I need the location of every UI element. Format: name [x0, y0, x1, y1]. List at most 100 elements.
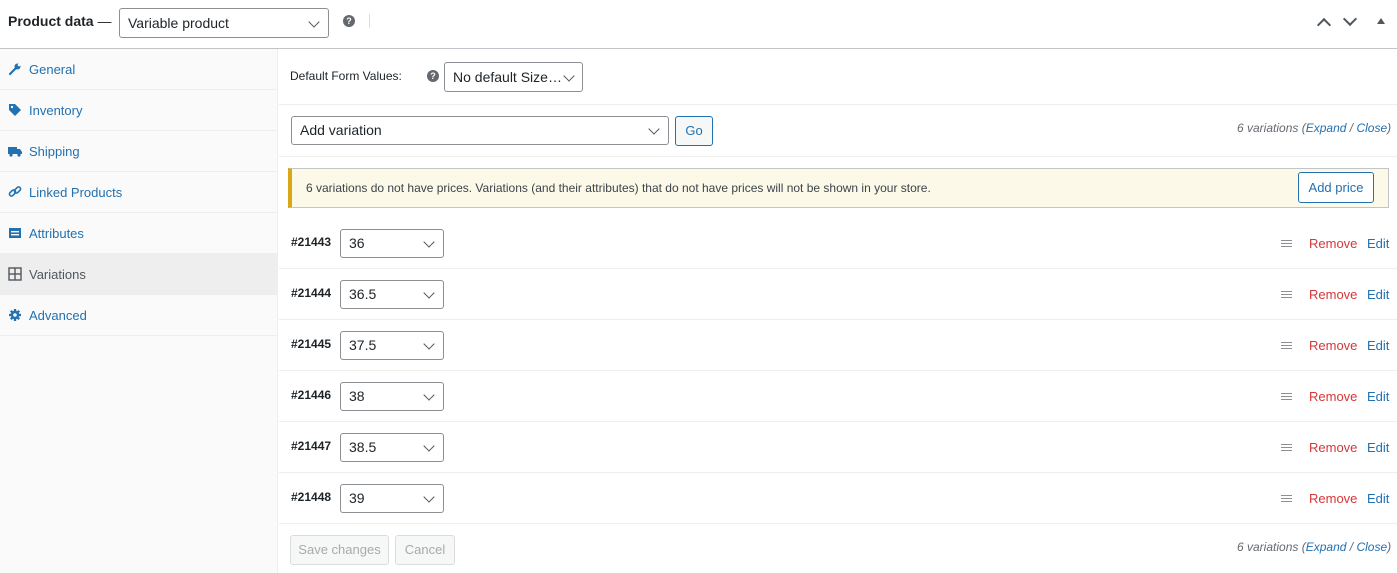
tab-attributes[interactable]: Attributes — [0, 213, 277, 254]
notice-text: 6 variations do not have prices. Variati… — [306, 181, 931, 195]
tab-label: Linked Products — [29, 185, 123, 200]
remove-link[interactable]: Remove — [1309, 287, 1357, 302]
edit-link[interactable]: Edit — [1367, 338, 1389, 353]
drag-handle-icon[interactable] — [1281, 393, 1292, 402]
variation-id: #21443 — [291, 235, 332, 249]
chevron-down-icon — [423, 389, 435, 401]
variation-id: #21444 — [291, 286, 332, 300]
move-up-icon[interactable] — [1316, 17, 1332, 33]
remove-link[interactable]: Remove — [1309, 338, 1357, 353]
variation-size-select[interactable]: 36.5 — [340, 280, 444, 309]
drag-handle-icon[interactable] — [1281, 444, 1292, 453]
save-changes-button[interactable]: Save changes — [290, 535, 389, 565]
chevron-down-icon — [423, 338, 435, 350]
variation-size-select[interactable]: 37.5 — [340, 331, 444, 360]
drag-handle-icon[interactable] — [1281, 342, 1292, 351]
missing-prices-notice: 6 variations do not have prices. Variati… — [288, 168, 1389, 208]
edit-link[interactable]: Edit — [1367, 236, 1389, 251]
remove-link[interactable]: Remove — [1309, 236, 1357, 251]
close-link[interactable]: Close — [1356, 121, 1387, 135]
variation-size-select[interactable]: 39 — [340, 484, 444, 513]
variation-id: #21446 — [291, 388, 332, 402]
add-price-button[interactable]: Add price — [1298, 172, 1374, 203]
variations-count-footer: 6 variations (Expand / Close) — [1237, 540, 1391, 554]
paren: ) — [1387, 540, 1392, 554]
tab-label: Variations — [29, 267, 86, 282]
default-size-select[interactable]: No default Size… — [444, 62, 583, 92]
divider — [279, 523, 1397, 524]
remove-link[interactable]: Remove — [1309, 389, 1357, 404]
edit-link[interactable]: Edit — [1367, 491, 1389, 506]
close-link[interactable]: Close — [1356, 540, 1387, 554]
tag-icon — [9, 104, 21, 116]
tab-linked-products[interactable]: Linked Products — [0, 172, 277, 213]
variations-count-text: 6 variations — [1237, 540, 1299, 554]
chevron-down-icon — [648, 123, 660, 135]
help-icon[interactable]: ? — [427, 70, 439, 82]
tab-label: Attributes — [29, 226, 84, 241]
drag-handle-icon[interactable] — [1281, 495, 1292, 504]
variation-id: #21447 — [291, 439, 332, 453]
variation-size-value: 38.5 — [349, 439, 377, 455]
divider — [279, 319, 1397, 320]
title-dash: — — [97, 13, 112, 29]
header-divider — [369, 14, 370, 28]
variation-id: #21445 — [291, 337, 332, 351]
variation-size-value: 36 — [349, 235, 365, 251]
chevron-down-icon — [423, 491, 435, 503]
expand-link[interactable]: Expand — [1306, 540, 1347, 554]
bulk-action-value: Add variation — [300, 122, 382, 138]
variations-count-text: 6 variations — [1237, 121, 1299, 135]
tab-general[interactable]: General — [0, 49, 277, 90]
variation-size-value: 37.5 — [349, 337, 377, 353]
chevron-down-icon — [423, 287, 435, 299]
bulk-action-select[interactable]: Add variation — [291, 116, 669, 145]
tab-shipping[interactable]: Shipping — [0, 131, 277, 172]
product-type-select[interactable]: Variable product — [119, 8, 329, 38]
collapse-panel-icon[interactable] — [1377, 18, 1385, 24]
tab-label: Advanced — [29, 308, 87, 323]
product-data-tabs: General Inventory Shipping Linked Produc… — [0, 49, 278, 573]
drag-handle-icon[interactable] — [1281, 291, 1292, 300]
variation-size-select[interactable]: 36 — [340, 229, 444, 258]
tab-advanced[interactable]: Advanced — [0, 295, 277, 336]
panel-header: Product data — Variable product ? — [0, 0, 1397, 49]
remove-link[interactable]: Remove — [1309, 440, 1357, 455]
variation-size-select[interactable]: 38.5 — [340, 433, 444, 462]
tab-label: General — [29, 62, 76, 77]
divider — [279, 104, 1397, 105]
divider — [279, 472, 1397, 473]
variations-count: 6 variations (Expand / Close) — [1237, 121, 1391, 135]
edit-link[interactable]: Edit — [1367, 389, 1389, 404]
slash: / — [1346, 121, 1357, 135]
tab-variations[interactable]: Variations — [0, 254, 277, 295]
chevron-down-icon — [563, 70, 575, 82]
panel-title-text: Product data — [8, 13, 94, 29]
slash: / — [1346, 540, 1357, 554]
help-icon[interactable]: ? — [343, 15, 355, 27]
default-form-values-label: Default Form Values: — [290, 69, 402, 83]
chevron-down-icon — [308, 16, 320, 28]
divider — [279, 370, 1397, 371]
tab-inventory[interactable]: Inventory — [0, 90, 277, 131]
divider — [279, 268, 1397, 269]
default-size-value: No default Size… — [453, 69, 562, 85]
expand-link[interactable]: Expand — [1306, 121, 1347, 135]
go-button[interactable]: Go — [675, 116, 713, 146]
paren: ) — [1387, 121, 1392, 135]
variation-size-select[interactable]: 38 — [340, 382, 444, 411]
tab-label: Shipping — [29, 144, 80, 159]
drag-handle-icon[interactable] — [1281, 240, 1292, 249]
divider — [279, 421, 1397, 422]
cancel-button[interactable]: Cancel — [395, 535, 455, 565]
truck-icon — [8, 147, 22, 157]
edit-link[interactable]: Edit — [1367, 440, 1389, 455]
grid-icon — [8, 267, 22, 281]
remove-link[interactable]: Remove — [1309, 491, 1357, 506]
edit-link[interactable]: Edit — [1367, 287, 1389, 302]
tab-label: Inventory — [29, 103, 83, 118]
variation-id: #21448 — [291, 490, 332, 504]
link-icon — [8, 186, 22, 197]
gear-icon — [9, 309, 21, 321]
move-down-icon[interactable] — [1342, 11, 1358, 27]
